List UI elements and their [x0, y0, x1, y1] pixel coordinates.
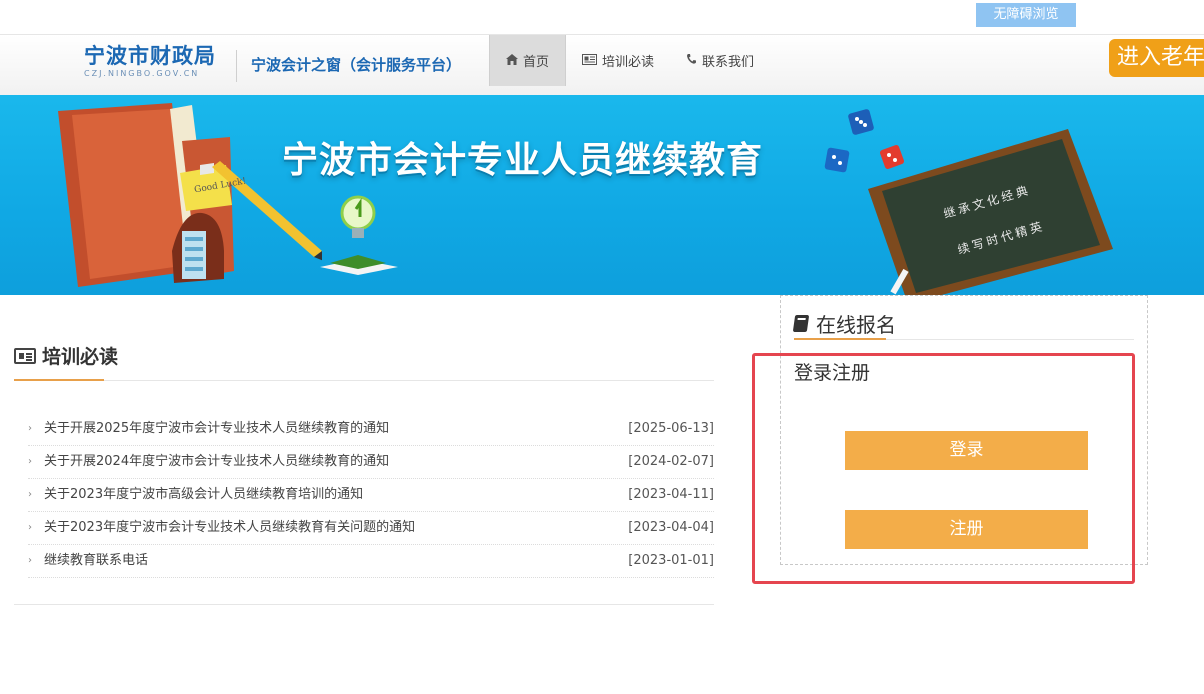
banner-title: 宁波市会计专业人员继续教育 — [282, 140, 764, 181]
phone-icon — [686, 53, 697, 68]
main-nav: 首页 培训必读 联系我们 — [489, 35, 770, 86]
chevron-right-icon: › — [28, 456, 32, 467]
book-icon — [792, 315, 810, 332]
nav-item-home[interactable]: 首页 — [489, 35, 567, 86]
highlight-box — [752, 353, 1135, 584]
chevron-right-icon: › — [28, 489, 32, 500]
section-divider — [14, 604, 714, 605]
news-item-title[interactable]: 关于2023年度宁波市会计专业技术人员继续教育有关问题的通知 — [44, 512, 415, 544]
section-underline — [14, 379, 104, 381]
newspaper-icon — [14, 347, 36, 364]
top-strip: 无障碍浏览 — [0, 0, 1204, 34]
chalkboard-illustration: 继承文化经典 续写时代精英 — [868, 129, 1118, 295]
accessibility-button[interactable]: 无障碍浏览 — [976, 3, 1076, 27]
registration-title: 在线报名 — [792, 309, 896, 338]
lightbulb-illustration — [316, 191, 406, 285]
nav-item-training[interactable]: 培训必读 — [566, 35, 670, 86]
hero-banner: Good Luck! 宁波市会计专业人员继续教育 继承文化经典 续写时代精英 — [0, 95, 1204, 295]
site-logo[interactable]: 宁波市财政局 CZJ.NINGBO.GOV.CN — [84, 44, 216, 78]
chevron-right-icon: › — [28, 423, 32, 434]
list-item[interactable]: › 关于2023年度宁波市会计专业技术人员继续教育有关问题的通知 [2023-0… — [28, 512, 714, 545]
list-item[interactable]: › 关于开展2025年度宁波市会计专业技术人员继续教育的通知 [2025-06-… — [28, 413, 714, 446]
news-item-date: [2023-04-04] — [628, 520, 714, 535]
news-item-date: [2025-06-13] — [628, 421, 714, 436]
news-item-title[interactable]: 关于开展2025年度宁波市会计专业技术人员继续教育的通知 — [44, 413, 389, 445]
newspaper-icon — [582, 53, 598, 68]
news-item-date: [2024-02-07] — [628, 454, 714, 469]
nav-item-label: 联系我们 — [702, 55, 755, 70]
news-item-title[interactable]: 关于开展2024年度宁波市会计专业技术人员继续教育的通知 — [44, 446, 389, 478]
news-section-label[interactable]: 培训必读 — [42, 342, 118, 369]
logo-domain: CZJ.NINGBO.GOV.CN — [84, 69, 200, 78]
nav-item-label: 首页 — [523, 55, 550, 70]
news-item-date: [2023-01-01] — [628, 553, 714, 568]
list-item[interactable]: › 继续教育联系电话 [2023-01-01] — [28, 545, 714, 578]
list-item[interactable]: › 关于2023年度宁波市高级会计人员继续教育培训的通知 [2023-04-11… — [28, 479, 714, 512]
site-subtitle: 宁波会计之窗（会计服务平台） — [251, 56, 462, 74]
logo-text: 宁波市财政局 — [84, 44, 216, 68]
section-underline — [794, 338, 886, 340]
news-item-title[interactable]: 关于2023年度宁波市高级会计人员继续教育培训的通知 — [44, 479, 363, 511]
registration-title-label: 在线报名 — [816, 313, 896, 337]
news-list: › 关于开展2025年度宁波市会计专业技术人员继续教育的通知 [2025-06-… — [28, 413, 714, 578]
dice-icon — [824, 147, 850, 177]
logo-divider — [236, 50, 237, 82]
news-item-date: [2023-04-11] — [628, 487, 714, 502]
chevron-right-icon: › — [28, 522, 32, 533]
site-header: 宁波市财政局 CZJ.NINGBO.GOV.CN 宁波会计之窗（会计服务平台） … — [0, 34, 1204, 96]
news-section-header: 培训必读 — [14, 340, 714, 381]
home-icon — [506, 53, 518, 68]
list-item[interactable]: › 关于开展2024年度宁波市会计专业技术人员继续教育的通知 [2024-02-… — [28, 446, 714, 479]
nav-item-label: 培训必读 — [602, 55, 655, 70]
nav-item-contact[interactable]: 联系我们 — [670, 35, 770, 86]
chevron-right-icon: › — [28, 555, 32, 566]
elder-mode-button[interactable]: 进入老年 — [1109, 39, 1204, 77]
news-section-title: 培训必读 — [14, 342, 118, 369]
news-item-title[interactable]: 继续教育联系电话 — [44, 545, 148, 577]
